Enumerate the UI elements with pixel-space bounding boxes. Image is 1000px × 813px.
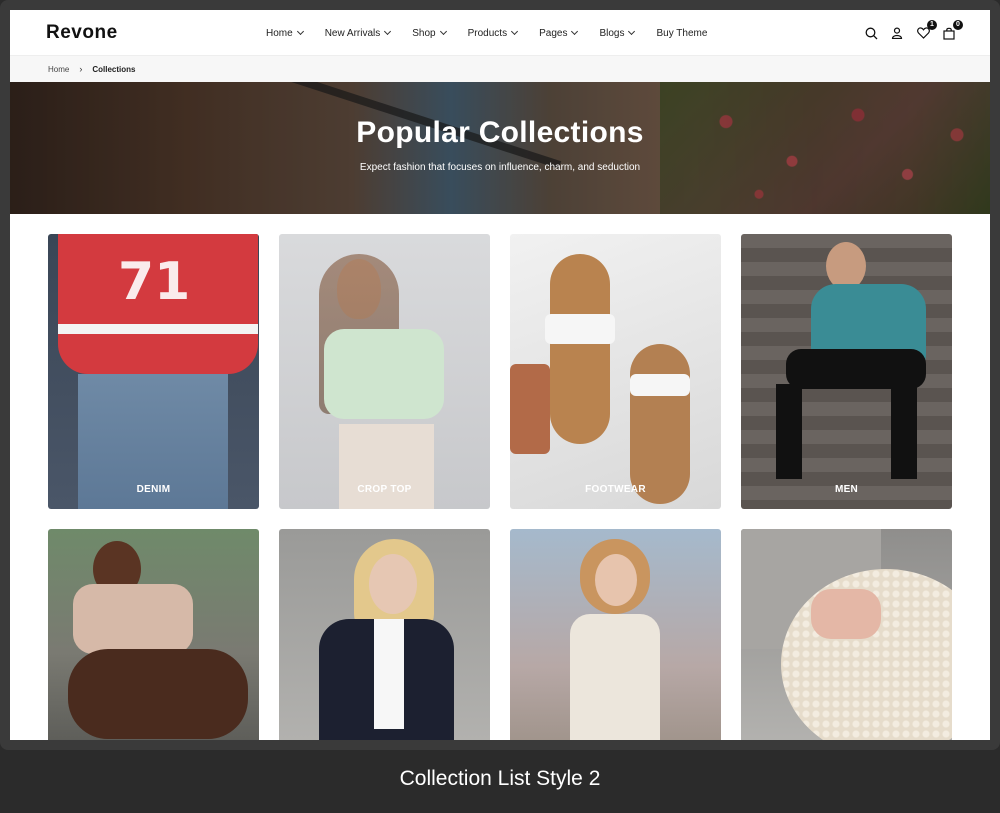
collection-card-bags[interactable] — [741, 529, 952, 740]
chevron-down-icon — [384, 27, 392, 36]
nav-pages-label: Pages — [539, 27, 568, 39]
wishlist-icon[interactable]: 1 — [916, 20, 937, 40]
collection-label: DENIM — [136, 484, 171, 495]
main-nav: Home New Arrivals Shop Products Pages Bl… — [266, 10, 707, 56]
site-logo[interactable]: Revone — [46, 22, 206, 44]
nav-blogs[interactable]: Blogs — [599, 27, 636, 39]
nav-products-label: Products — [467, 27, 508, 39]
chevron-down-icon — [571, 27, 579, 36]
footwear-image — [510, 234, 721, 509]
nav-products[interactable]: Products — [467, 27, 519, 39]
breadcrumb: Home › Collections — [10, 56, 990, 82]
collection-label: MEN — [834, 484, 859, 495]
chevron-down-icon — [439, 27, 447, 36]
crop-top-image — [279, 234, 490, 509]
nav-pages[interactable]: Pages — [539, 27, 579, 39]
chevron-down-icon — [628, 27, 636, 36]
denim-image: 71 — [48, 234, 259, 509]
collection-label: FOOTWEAR — [585, 484, 646, 495]
chevron-down-icon — [296, 27, 304, 36]
activewear-image — [48, 529, 259, 740]
blazers-image — [279, 529, 490, 740]
collection-grid: 71 DENIM CROP TOP FOOTWEAR MEN — [48, 234, 952, 740]
bags-image — [741, 529, 952, 740]
collection-card-blazers[interactable] — [279, 529, 490, 740]
header-icons: 1 0 — [864, 10, 963, 56]
men-image — [741, 234, 952, 509]
cart-count-badge: 0 — [953, 20, 963, 30]
page-subtitle: Expect fashion that focuses on influence… — [359, 162, 641, 173]
chevron-right-icon: › — [79, 64, 83, 74]
collection-card-footwear[interactable]: FOOTWEAR — [510, 234, 721, 509]
account-icon[interactable] — [890, 26, 904, 40]
site-header: Revone Home New Arrivals Shop Products P… — [10, 10, 990, 56]
collection-card-dresses[interactable] — [510, 529, 721, 740]
wishlist-count-badge: 1 — [927, 20, 937, 30]
breadcrumb-home-link[interactable]: Home — [48, 65, 69, 74]
nav-blogs-label: Blogs — [599, 27, 625, 39]
chevron-down-icon — [511, 27, 519, 36]
breadcrumb-current: Collections — [92, 64, 136, 74]
collection-card-crop-top[interactable]: CROP TOP — [279, 234, 490, 509]
nav-shop-label: Shop — [412, 27, 436, 39]
nav-new-arrivals[interactable]: New Arrivals — [324, 27, 392, 39]
nav-home-label: Home — [266, 27, 293, 39]
nav-buy-theme-label: Buy Theme — [656, 27, 708, 39]
nav-shop[interactable]: Shop — [412, 27, 447, 39]
page-title: Popular Collections — [356, 116, 644, 149]
screenshot-frame: Revone Home New Arrivals Shop Products P… — [0, 0, 1000, 750]
screenshot-caption: Collection List Style 2 — [399, 767, 601, 790]
collection-card-activewear[interactable] — [48, 529, 259, 740]
collection-label: CROP TOP — [357, 484, 412, 495]
nav-home[interactable]: Home — [266, 27, 304, 39]
collection-card-denim[interactable]: 71 DENIM — [48, 234, 259, 509]
cart-icon[interactable]: 0 — [942, 20, 963, 40]
search-icon[interactable] — [864, 26, 878, 40]
hero-banner: Popular Collections Expect fashion that … — [10, 82, 990, 214]
browser-page: Revone Home New Arrivals Shop Products P… — [10, 10, 990, 740]
nav-buy-theme[interactable]: Buy Theme — [656, 28, 707, 39]
dresses-image — [510, 529, 721, 740]
collection-card-men[interactable]: MEN — [741, 234, 952, 509]
nav-new-arrivals-label: New Arrivals — [324, 27, 381, 39]
